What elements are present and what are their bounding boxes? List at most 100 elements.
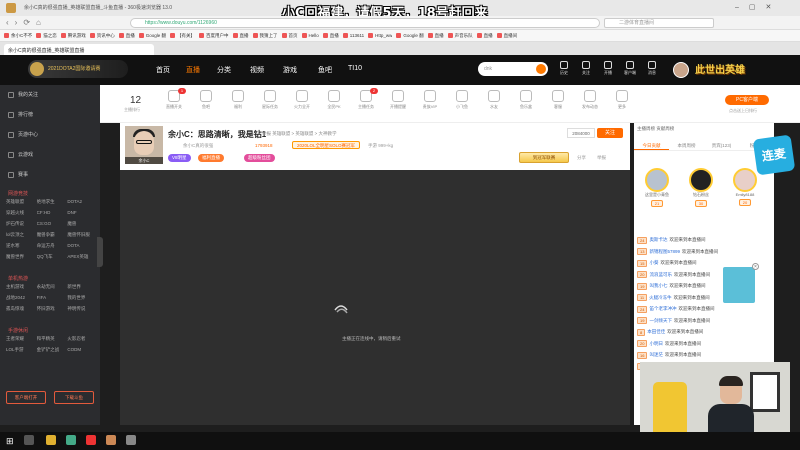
- chat-message[interactable]: 24 奥斯卡达 欢迎来到本直播间: [637, 236, 767, 244]
- app-icon[interactable]: [126, 435, 136, 445]
- sidebar-game-link[interactable]: CODM: [67, 347, 98, 353]
- sidebar-game-link[interactable]: 王者荣耀: [6, 336, 37, 342]
- category-item[interactable]: 小飞鱼: [449, 90, 475, 110]
- site-logo[interactable]: 2021DOTA2国际邀请赛: [28, 60, 128, 78]
- sidebar-game-link[interactable]: 炉石传说: [6, 221, 37, 227]
- sidebar-item[interactable]: 排行榜: [8, 111, 33, 118]
- sidebar-game-link[interactable]: 主机游戏: [6, 284, 37, 290]
- download-button[interactable]: 下载斗鱼: [54, 391, 94, 404]
- start-icon[interactable]: ⊞: [6, 436, 14, 447]
- share-button[interactable]: 分享: [577, 155, 586, 161]
- chat-username[interactable]: 叫迷茫: [649, 352, 663, 358]
- chat-username[interactable]: 本田佳佳: [647, 329, 665, 335]
- site-search-input[interactable]: dnk: [478, 62, 548, 76]
- chat-username[interactable]: 流浪蓝可乐: [649, 272, 672, 278]
- chat-message[interactable]: 20 小明日 欢迎来到本直播间: [637, 340, 767, 348]
- url-input[interactable]: https://www.douyu.com/1126960: [130, 18, 600, 28]
- sidebar-toggle[interactable]: [97, 237, 103, 267]
- bookmark-item[interactable]: 直播: [427, 33, 444, 39]
- category-item[interactable]: 鱼吧: [193, 90, 219, 110]
- sidebar-game-link[interactable]: 穿越火线: [6, 210, 37, 216]
- bookmark-item[interactable]: 直播: [322, 33, 339, 39]
- sidebar-game-link[interactable]: 魔兽: [67, 221, 98, 227]
- bookmark-item[interactable]: Hello: [301, 33, 319, 38]
- anchor-avatar[interactable]: 余小C: [125, 126, 163, 164]
- category-item[interactable]: 水友: [481, 90, 507, 110]
- category-item[interactable]: 1 直播开关: [161, 88, 187, 110]
- rank-number[interactable]: 12: [130, 95, 141, 106]
- sidebar-game-link[interactable]: 永劫无间: [37, 284, 68, 290]
- category-item[interactable]: 开播提醒: [385, 90, 411, 110]
- category-item[interactable]: 火力全开: [289, 90, 315, 110]
- room-tag[interactable]: 超级粉丝团: [244, 154, 275, 162]
- chat-username[interactable]: 叫我小七: [649, 283, 667, 289]
- sidebar-game-link[interactable]: DNF: [67, 210, 98, 216]
- sidebar-game-link[interactable]: 神明传说: [67, 306, 98, 312]
- sidebar-game-link[interactable]: 我的世界: [67, 295, 98, 301]
- rank-entry[interactable]: 这里是小青鱼 21: [638, 168, 676, 207]
- browser-tab[interactable]: 余小C真的很强直播_英雄联盟直播: [4, 44, 154, 55]
- sidebar-game-link[interactable]: 火影忍者: [67, 336, 98, 342]
- sidebar-game-link[interactable]: 魔兽争霸: [37, 232, 68, 238]
- rank-header[interactable]: 主播周榜 贡献周榜: [637, 126, 674, 132]
- chat-message[interactable]: 24 笛个老李冲冲 欢迎来到本直播间: [637, 305, 767, 313]
- sidebar-game-link[interactable]: 英雄联盟: [6, 199, 37, 205]
- anchor-honor-tag[interactable]: 2020LOL全明星SOLO赛冠军: [292, 141, 361, 149]
- nav-6[interactable]: TI10: [348, 65, 362, 72]
- chat-message[interactable]: 8 本田佳佳 欢迎来到本直播间: [637, 328, 767, 336]
- nav-5[interactable]: 鱼吧: [318, 65, 332, 75]
- floating-game-card[interactable]: ×: [722, 263, 759, 304]
- sidebar-item[interactable]: 云游戏: [8, 151, 33, 158]
- search-icon[interactable]: [536, 64, 546, 74]
- report-button[interactable]: 举报: [597, 155, 606, 161]
- category-item[interactable]: 贵族VIP: [417, 90, 443, 110]
- follow-button[interactable]: 关注: [597, 128, 623, 138]
- sidebar-game-link[interactable]: 命运方舟: [37, 243, 68, 249]
- sidebar-game-link[interactable]: LOL手游: [6, 347, 37, 353]
- bookmark-item[interactable]: Google 翻: [396, 33, 424, 39]
- chat-username[interactable]: 小葵: [649, 260, 658, 266]
- category-item[interactable]: 福利: [225, 90, 251, 110]
- rank-avatar[interactable]: [689, 168, 713, 192]
- sidebar-game-link[interactable]: CF:HD: [37, 210, 68, 216]
- bookmark-item[interactable]: 声音乐队: [447, 33, 473, 39]
- category-item[interactable]: 2 主播任务: [353, 88, 379, 110]
- category-item[interactable]: 星际任务: [257, 90, 283, 110]
- nav-buttons[interactable]: ‹›⟳⌂: [6, 18, 47, 27]
- header-icon-3[interactable]: 客户端: [620, 61, 640, 76]
- category-item[interactable]: 发布动态: [577, 90, 603, 110]
- bookmark-item[interactable]: 资讯中心: [89, 33, 115, 39]
- chat-message[interactable]: 16 叫迷茫 欢迎来到本直播间: [637, 351, 767, 359]
- chat-username[interactable]: 一剑倾天下: [649, 318, 672, 324]
- championship-button[interactable]: 到冠军联赛: [519, 152, 569, 163]
- category-item[interactable]: 更多: [609, 90, 635, 110]
- sidebar-game-link[interactable]: 逆水寒: [6, 243, 37, 249]
- app-icon[interactable]: [106, 435, 116, 445]
- chat-username[interactable]: 火腿冷冻牛: [649, 295, 672, 301]
- header-icon-2[interactable]: 开播: [598, 61, 618, 76]
- close-icon[interactable]: ×: [752, 263, 759, 270]
- browser-icon[interactable]: [66, 435, 76, 445]
- chat-username[interactable]: 笛个老李冲冲: [649, 306, 676, 312]
- room-category[interactable]: 举报 英雄联盟 > 英雄联盟 > 大神教学: [262, 131, 337, 137]
- bookmark-item[interactable]: 猫之恋: [36, 33, 57, 39]
- header-icon-4[interactable]: 消息: [642, 61, 662, 76]
- bookmark-item[interactable]: 直播: [476, 33, 493, 39]
- rank-tab[interactable]: 贵宾(123): [704, 140, 739, 150]
- folder-icon[interactable]: [46, 435, 56, 445]
- sidebar-game-link[interactable]: CS:GO: [37, 221, 68, 227]
- sidebar-game-link[interactable]: DOTA: [67, 243, 98, 249]
- sidebar-game-link[interactable]: QQ飞车: [37, 254, 68, 260]
- bookmark-item[interactable]: 腾讯游戏: [60, 33, 86, 39]
- bookmark-item[interactable]: 我猜上了: [252, 33, 278, 39]
- window-controls[interactable]: –▢✕: [735, 3, 781, 11]
- search-icon[interactable]: [24, 435, 34, 445]
- sidebar-game-link[interactable]: DOTA2: [67, 199, 98, 205]
- nav-4[interactable]: 游戏: [283, 65, 297, 75]
- browser-search-input[interactable]: 二游体育直播间: [604, 18, 714, 28]
- sidebar-game-link[interactable]: 怀旧游戏: [37, 306, 68, 312]
- room-tag[interactable]: V8明星: [168, 154, 191, 162]
- chat-username[interactable]: 新锦程图57899: [649, 249, 680, 255]
- video-player[interactable]: [120, 170, 630, 425]
- bookmark-item[interactable]: 直播: [118, 33, 135, 39]
